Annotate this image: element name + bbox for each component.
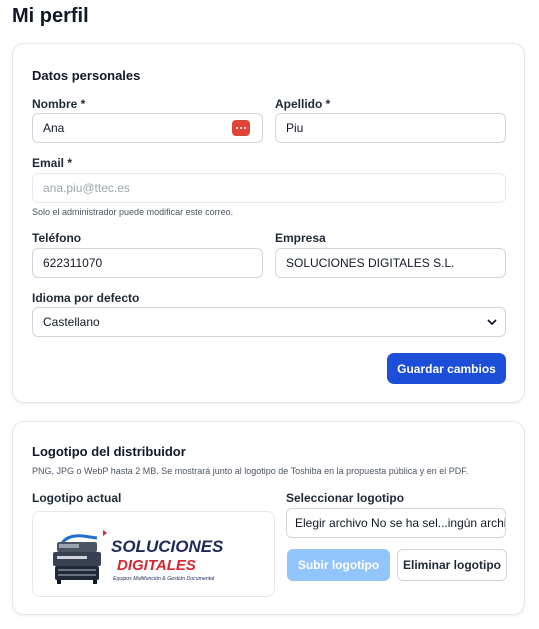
email-value: ana.piu@ttec.es [43, 181, 130, 195]
logo-line2: DIGITALES [117, 557, 196, 574]
current-logo-preview: SOLUCIONES DIGITALES Equipos Multifunció… [32, 511, 275, 597]
logo-section-title: Logotipo del distribuidor [32, 444, 186, 459]
nombre-input[interactable]: Ana [32, 113, 263, 143]
logo-card: Logotipo del distribuidor PNG, JPG o Web… [12, 421, 525, 615]
telefono-input[interactable]: 622311070 [32, 248, 263, 278]
distributor-logo: SOLUCIONES DIGITALES Equipos Multifunció… [53, 530, 224, 584]
apellido-label: Apellido * [275, 97, 331, 111]
empresa-value: SOLUCIONES DIGITALES S.L. [286, 256, 455, 270]
personal-section-title: Datos personales [32, 68, 141, 83]
email-input: ana.piu@ttec.es [32, 173, 506, 203]
logo-description: PNG, JPG o WebP hasta 2 MB. Se mostrará … [32, 466, 469, 476]
empresa-label: Empresa [275, 231, 326, 245]
password-manager-icon[interactable] [232, 120, 250, 136]
page-title: Mi perfil [12, 5, 89, 27]
idioma-value: Castellano [43, 315, 100, 329]
email-label: Email * [32, 156, 73, 170]
chevron-down-icon [487, 319, 497, 325]
email-hint: Solo el administrador puede modificar es… [32, 207, 234, 217]
upload-logo-button: Subir logotipo [287, 549, 390, 581]
current-logo-label: Logotipo actual [32, 491, 122, 505]
select-logo-label: Seleccionar logotipo [286, 491, 405, 505]
nombre-value: Ana [43, 121, 65, 135]
printer-icon [53, 530, 107, 584]
save-button[interactable]: Guardar cambios [387, 353, 506, 384]
telefono-label: Teléfono [32, 231, 82, 245]
personal-data-card: Datos personales Nombre * Ana Apellido *… [12, 43, 525, 403]
apellido-input[interactable]: Piu [275, 113, 506, 143]
logo-tagline: Equipos Multifunción & Gestión Documenta… [113, 576, 215, 582]
apellido-value: Piu [286, 121, 304, 135]
delete-logo-button[interactable]: Eliminar logotipo [397, 549, 507, 581]
logo-file-input[interactable]: Elegir archivo No se ha sel...ingún arch… [286, 508, 506, 538]
telefono-value: 622311070 [43, 256, 103, 270]
idioma-select[interactable]: Castellano [32, 307, 506, 337]
empresa-input[interactable]: SOLUCIONES DIGITALES S.L. [275, 248, 506, 278]
logo-line1: SOLUCIONES [111, 537, 224, 556]
idioma-label: Idioma por defecto [32, 291, 140, 305]
nombre-label: Nombre * [32, 97, 86, 111]
